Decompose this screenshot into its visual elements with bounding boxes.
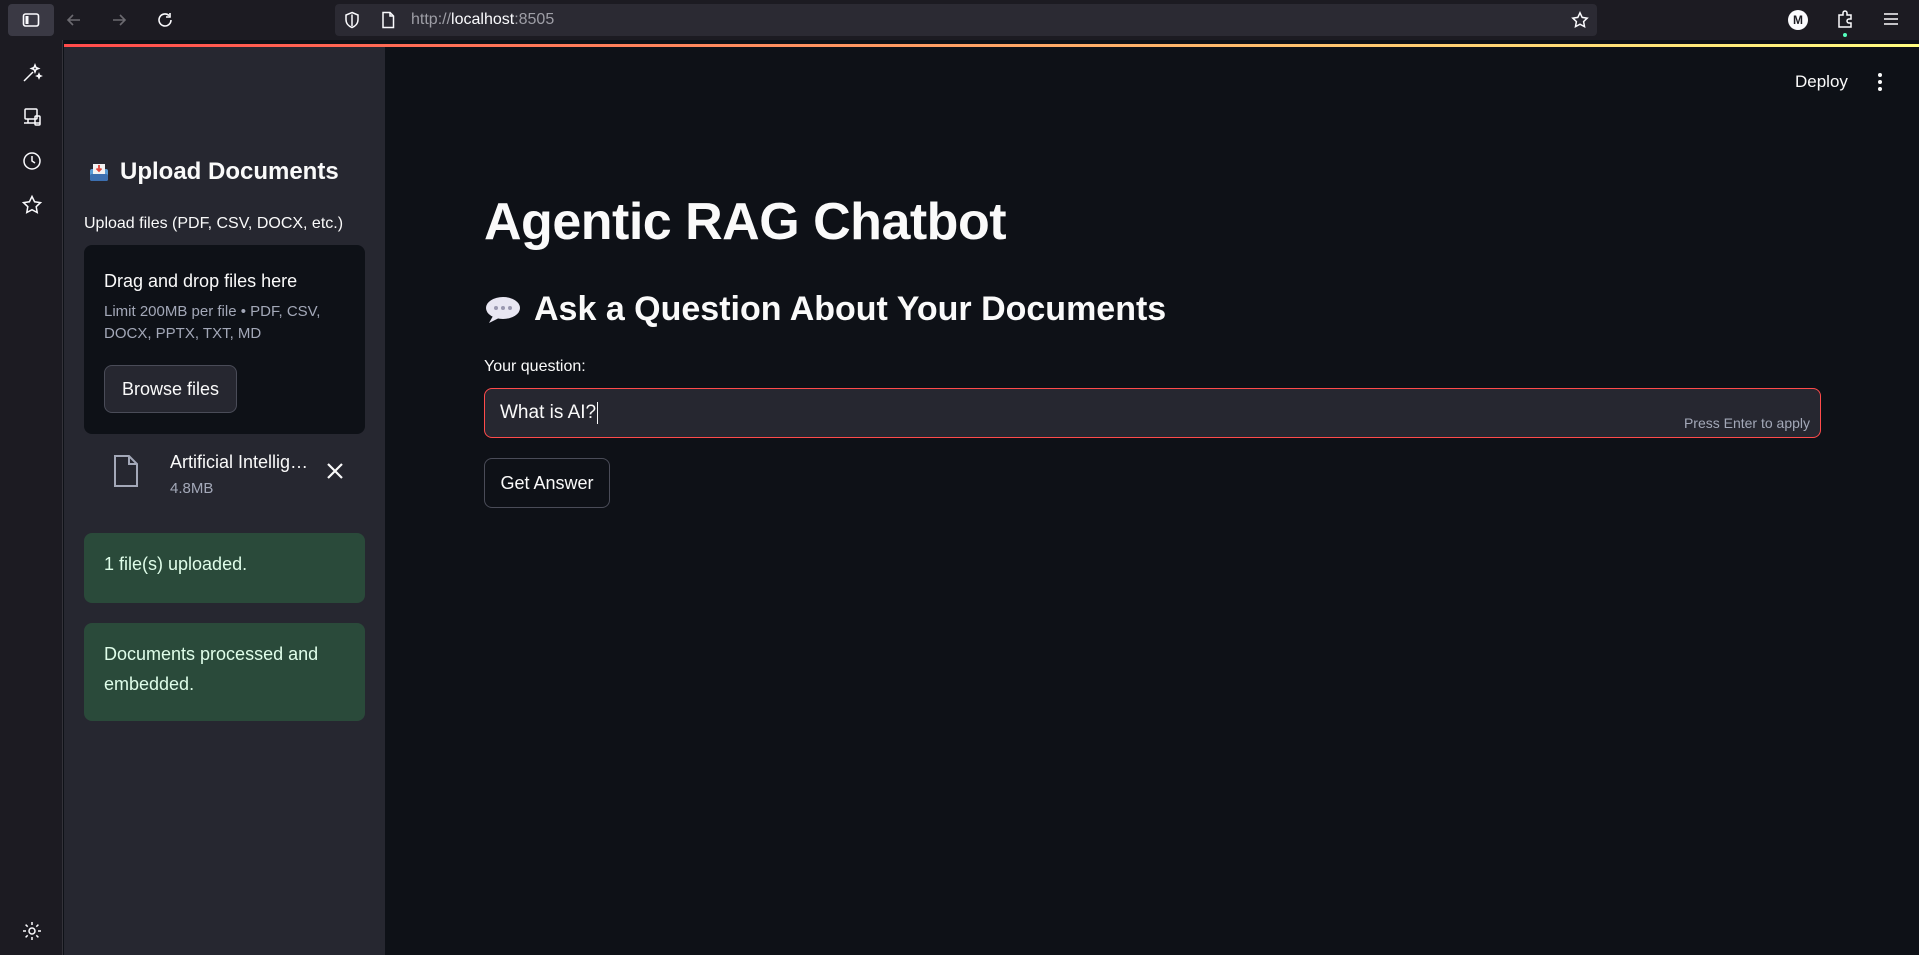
deploy-button[interactable]: Deploy [1795, 72, 1848, 92]
dropzone-title: Drag and drop files here [104, 271, 298, 291]
address-bar[interactable]: http://localhost:8505 [335, 4, 1597, 36]
reload-button[interactable] [147, 2, 183, 38]
get-answer-button[interactable]: Get Answer [484, 458, 610, 508]
browser-toolbar: http://localhost:8505 M [0, 0, 1919, 40]
question-label: Your question: [484, 358, 586, 375]
sidebar-panel-icon [22, 13, 40, 27]
forward-button[interactable] [101, 2, 137, 38]
history-icon[interactable] [21, 150, 43, 172]
question-input-value[interactable]: What is AI? [500, 402, 599, 424]
upload-success-alert: 1 file(s) uploaded. [84, 533, 365, 603]
settings-icon[interactable] [21, 920, 43, 942]
bookmarks-icon[interactable] [21, 194, 43, 216]
account-avatar[interactable]: M [1788, 10, 1808, 30]
page-title: Agentic RAG Chatbot [484, 193, 1007, 251]
file-icon [114, 455, 138, 487]
sidebar-title: Upload Documents [88, 158, 339, 186]
dropzone-limit-text: Limit 200MB per file • PDF, CSV, DOCX, P… [104, 303, 321, 342]
more-options-icon[interactable] [1870, 71, 1890, 93]
sidebar-title-text: Upload Documents [120, 158, 339, 185]
close-icon[interactable] [322, 458, 348, 484]
arrow-left-icon [66, 14, 80, 26]
bookmark-star-icon[interactable] [1571, 11, 1589, 29]
file-size: 4.8MB [170, 480, 214, 497]
extension-badge [1843, 33, 1847, 37]
sidebar-toggle-button[interactable] [8, 4, 54, 36]
text-caret [597, 402, 599, 424]
inbox-tray-icon [90, 164, 108, 181]
synced-tabs-icon[interactable] [21, 106, 43, 128]
question-input[interactable]: What is AI? Press Enter to apply [484, 388, 1821, 438]
reload-icon [158, 13, 172, 27]
processing-success-alert: Documents processed and embedded. [84, 623, 365, 721]
hamburger-menu-icon[interactable] [1880, 8, 1902, 30]
app-sidebar: Upload Documents Upload files (PDF, CSV,… [64, 47, 385, 955]
input-hint: Press Enter to apply [1683, 415, 1810, 431]
file-name: Artificial Intelligence [170, 452, 315, 472]
browse-files-button[interactable]: Browse files [104, 365, 237, 413]
file-dropzone[interactable]: Drag and drop files here Limit 200MB per… [84, 245, 365, 434]
speech-bubble-icon [486, 296, 520, 323]
uploaded-file-item: Artificial Intelligence 4.8MB [84, 444, 365, 504]
back-button[interactable] [56, 2, 92, 38]
url-text[interactable]: http://localhost:8505 [411, 11, 554, 29]
page-info-icon[interactable] [379, 11, 397, 29]
arrow-right-icon [113, 14, 127, 26]
ai-chatbot-icon[interactable] [21, 62, 43, 84]
section-header: Ask a Question About Your Documents [484, 290, 1166, 329]
browser-sidebar [0, 40, 63, 955]
section-header-text: Ask a Question About Your Documents [534, 290, 1167, 328]
shield-icon[interactable] [343, 11, 361, 29]
uploader-label: Upload files (PDF, CSV, DOCX, etc.) [84, 215, 344, 232]
extensions-icon[interactable] [1834, 8, 1856, 30]
